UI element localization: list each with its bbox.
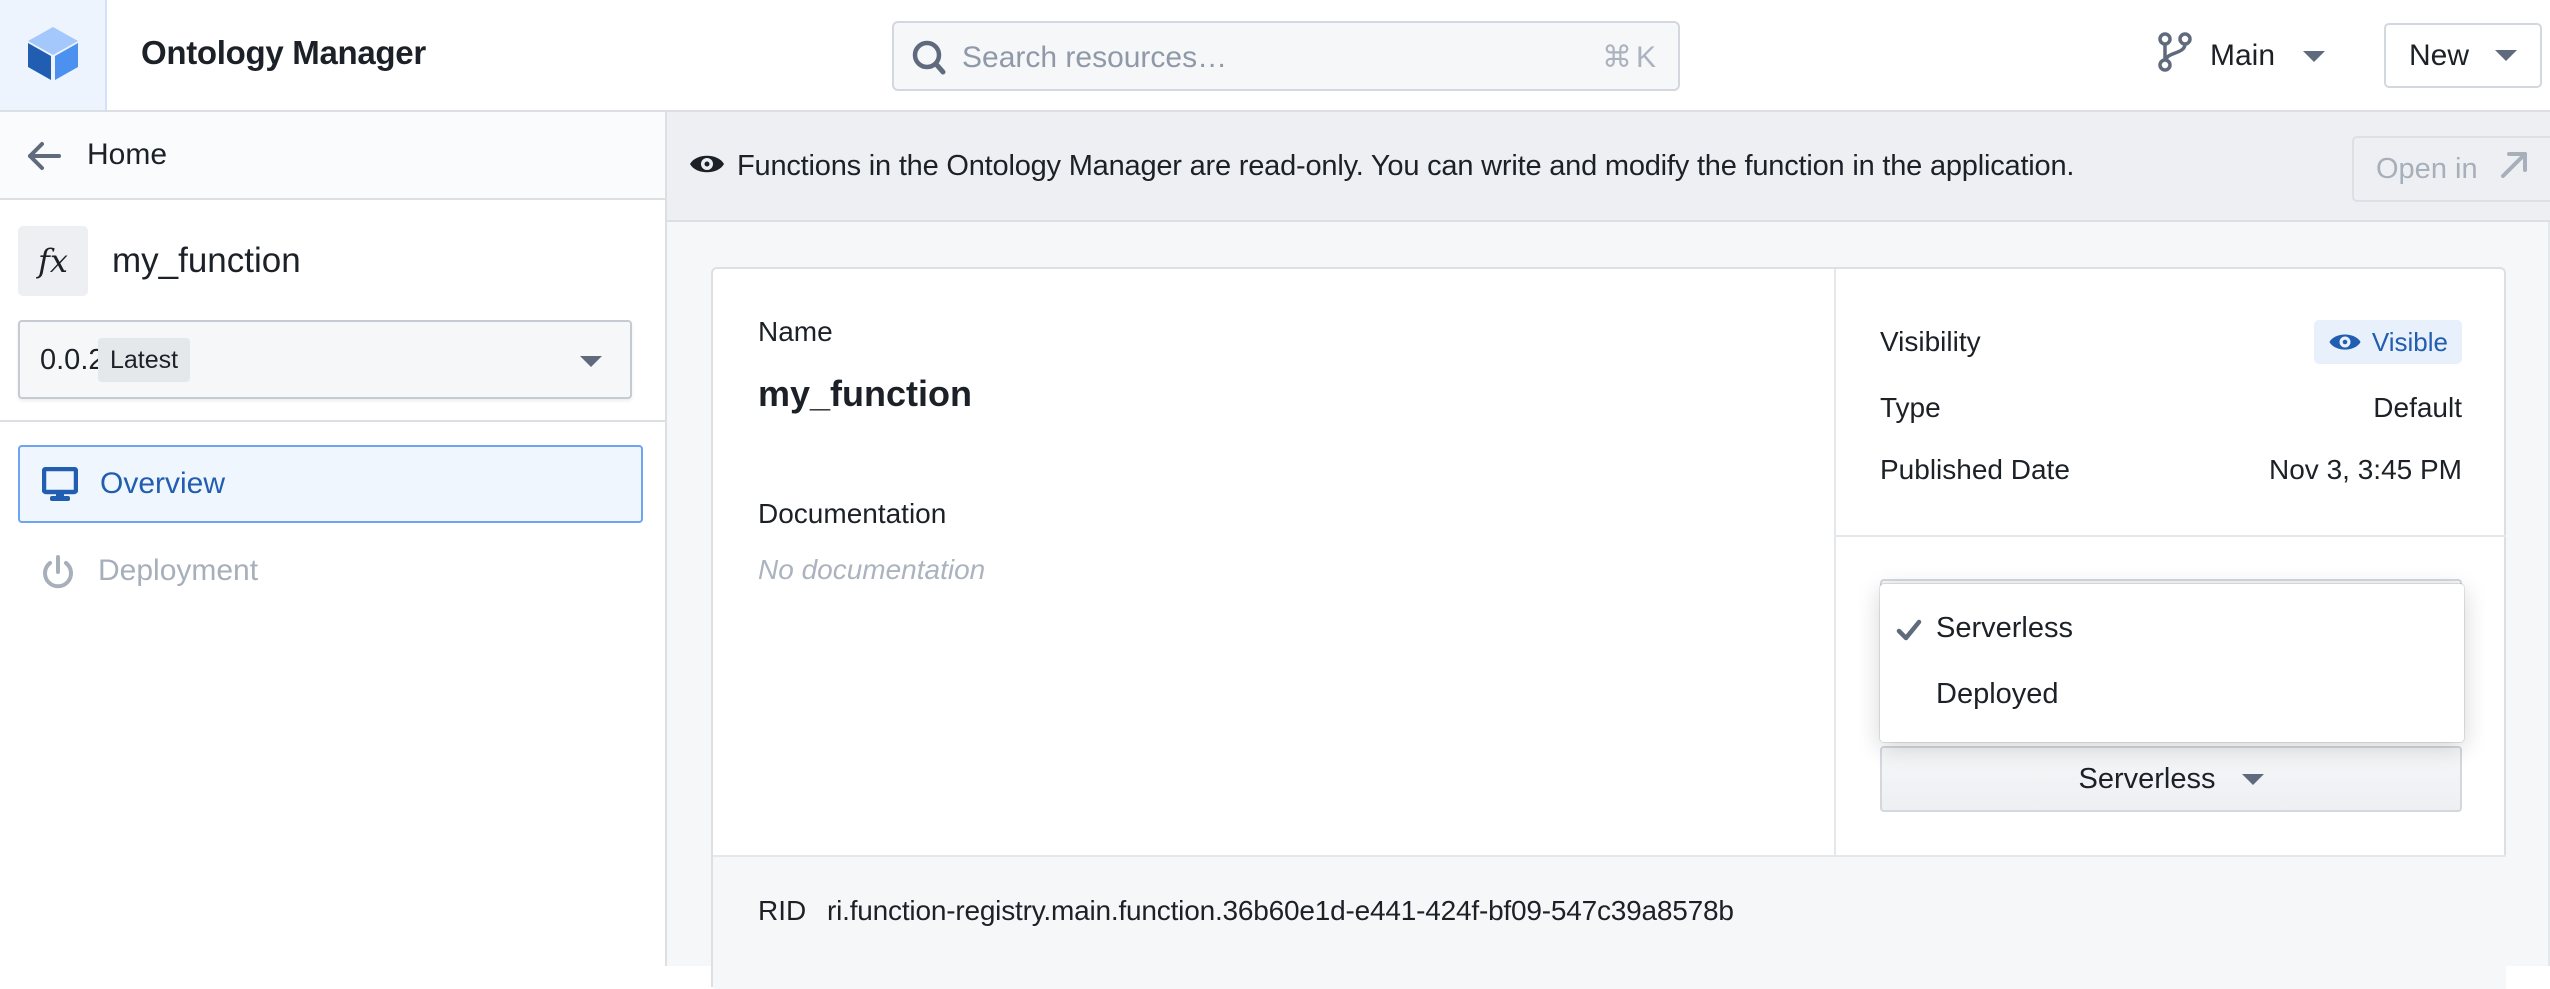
chevron-down-icon <box>580 356 602 367</box>
cube-logo-icon <box>26 25 80 86</box>
rid-footer: RID ri.function-registry.main.function.3… <box>713 855 2506 989</box>
property-type: Type Default <box>1880 385 2462 431</box>
power-icon <box>40 554 76 597</box>
overview-label: Overview <box>100 467 226 500</box>
menu-item-serverless[interactable]: Serverless <box>1880 596 2464 660</box>
desktop-icon <box>41 466 79 508</box>
arrow-top-right-icon <box>2498 149 2530 189</box>
sidebar-item-deployment[interactable]: Deployment <box>18 534 643 612</box>
arrow-left-icon <box>26 140 62 177</box>
check-icon <box>1896 616 1922 649</box>
latest-tag: Latest <box>98 338 191 382</box>
visibility-badge: Visible <box>2313 320 2462 364</box>
version-number: 0.0.2 <box>40 344 105 376</box>
branch-label: Main <box>2210 39 2276 72</box>
command-key-icon: ⌘ <box>1601 41 1632 74</box>
shortcut-key: K <box>1635 40 1656 74</box>
documentation-label: Documentation <box>758 498 947 529</box>
visibility-value: Visible <box>2371 326 2448 357</box>
version-select[interactable]: 0.0.2 Latest <box>18 320 632 399</box>
rid-label: RID <box>758 895 807 926</box>
rid-value[interactable]: ri.function-registry.main.function.36b60… <box>827 895 1734 927</box>
menu-item-deployed[interactable]: Deployed <box>1880 662 2464 726</box>
back-home-link[interactable]: Home <box>0 112 665 200</box>
documentation-empty: No documentation <box>758 554 986 585</box>
eye-icon <box>689 152 725 181</box>
git-branch-icon <box>2158 32 2192 80</box>
top-bar: Ontology Manager Search resources… ⌘ K M… <box>0 0 2550 112</box>
property-label: Published Date <box>1880 454 2070 485</box>
resource-header: fx my_function <box>18 226 301 296</box>
property-value: Default <box>2373 392 2462 423</box>
name-label: Name <box>758 316 833 347</box>
runtime-dropdown-menu: Serverless Deployed <box>1880 584 2464 742</box>
sidebar-item-overview[interactable]: Overview <box>18 445 643 523</box>
app-logo[interactable] <box>0 0 107 110</box>
main-content: Functions in the Ontology Manager are re… <box>667 112 2550 989</box>
search-shortcut-hint: ⌘ K <box>1602 40 1656 75</box>
runtime-selected-value: Serverless <box>2078 762 2216 795</box>
new-button-label: New <box>2408 38 2469 72</box>
search-icon <box>910 38 950 83</box>
branch-selector[interactable]: Main <box>2158 32 2326 80</box>
deployment-label: Deployment <box>98 554 259 587</box>
function-name: my_function <box>758 373 973 414</box>
sidebar: Home fx my_function 0.0.2 Latest Overvie… <box>0 112 667 966</box>
home-label: Home <box>87 138 168 171</box>
property-value: Nov 3, 3:45 PM <box>2269 454 2462 485</box>
read-only-banner: Functions in the Ontology Manager are re… <box>667 112 2550 222</box>
banner-message: Functions in the Ontology Manager are re… <box>737 150 2075 182</box>
open-in-label: Open in <box>2376 152 2478 185</box>
app-title: Ontology Manager <box>141 34 426 71</box>
menu-item-label: Deployed <box>1936 678 2059 710</box>
function-details: Name my_function Documentation No docume… <box>713 269 1834 855</box>
resource-name: my_function <box>112 241 301 280</box>
properties-divider <box>1836 535 2506 537</box>
property-visibility: Visibility Visible <box>1880 319 2462 365</box>
function-properties: Visibility Visible Type Default Publishe… <box>1836 269 2506 855</box>
chevron-down-icon <box>2495 50 2517 61</box>
property-label: Type <box>1880 392 1941 423</box>
new-button[interactable]: New <box>2384 23 2542 88</box>
overview-card: Name my_function Documentation No docume… <box>711 267 2506 989</box>
search-placeholder: Search resources… <box>962 41 1228 74</box>
chevron-down-icon <box>2303 50 2326 62</box>
chevron-down-icon <box>2241 773 2264 785</box>
eye-icon <box>2329 334 2361 350</box>
runtime-select[interactable]: Serverless <box>1880 746 2462 812</box>
function-icon: fx <box>18 226 88 296</box>
property-published-date: Published Date Nov 3, 3:45 PM <box>1880 447 2462 493</box>
sidebar-divider <box>0 420 665 422</box>
property-label: Visibility <box>1880 326 1981 357</box>
search-input[interactable]: Search resources… ⌘ K <box>892 21 1680 91</box>
menu-item-label: Serverless <box>1936 612 2073 644</box>
open-in-button[interactable]: Open in <box>2352 136 2550 202</box>
